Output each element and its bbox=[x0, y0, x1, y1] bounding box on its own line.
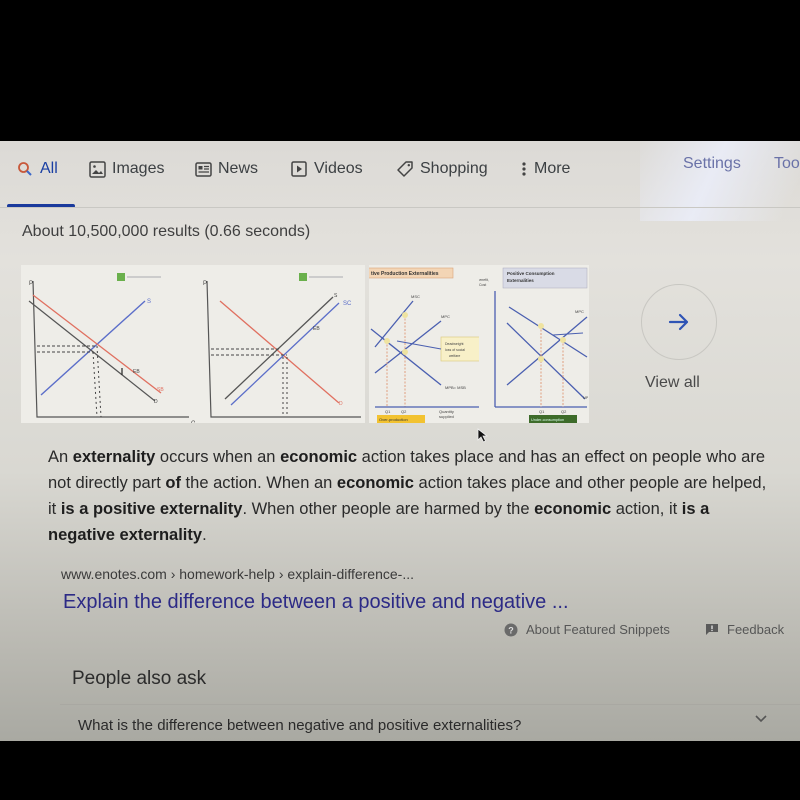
svg-text:MP: MP bbox=[583, 396, 589, 400]
image-thumbnail-4[interactable]: Benefit, Cost Positive Consumption Exter… bbox=[479, 265, 589, 423]
svg-text:Externalities: Externalities bbox=[507, 278, 534, 283]
tab-shopping[interactable]: Shopping bbox=[396, 157, 488, 181]
svg-text:P: P bbox=[29, 281, 33, 287]
svg-text:S: S bbox=[147, 299, 151, 305]
mouse-pointer-icon bbox=[477, 428, 489, 449]
svg-text:D: D bbox=[339, 401, 343, 407]
more-vertical-icon bbox=[520, 160, 528, 178]
settings-link[interactable]: Settings bbox=[683, 155, 741, 173]
svg-text:MSC: MSC bbox=[411, 294, 420, 299]
svg-text:Q1: Q1 bbox=[385, 409, 391, 414]
tab-videos[interactable]: Videos bbox=[290, 157, 363, 181]
paa-divider bbox=[60, 704, 800, 705]
image-thumbnail-2[interactable]: P D S SC EB bbox=[195, 265, 365, 423]
svg-text:?: ? bbox=[508, 625, 514, 635]
svg-text:S: S bbox=[334, 293, 338, 299]
snippet-bold-term: economic bbox=[534, 500, 612, 518]
people-also-ask-heading: People also ask bbox=[72, 668, 207, 689]
news-icon bbox=[194, 160, 212, 178]
tabs-divider bbox=[0, 207, 800, 208]
svg-text:welfare: welfare bbox=[449, 354, 460, 358]
svg-text:tive Production Externalities: tive Production Externalities bbox=[371, 271, 439, 277]
featured-snippet-text: An externality occurs when an economic a… bbox=[48, 444, 778, 548]
svg-text:Q2: Q2 bbox=[561, 409, 567, 414]
tag-icon bbox=[396, 160, 414, 178]
image-icon bbox=[88, 160, 106, 178]
tab-more[interactable]: More bbox=[520, 157, 570, 181]
svg-text:EB: EB bbox=[313, 326, 320, 332]
help-icon: ? bbox=[504, 623, 518, 636]
result-title-link[interactable]: Explain the difference between a positiv… bbox=[63, 591, 569, 614]
search-tabs: All Images News Videos Shopping More Set… bbox=[0, 141, 800, 208]
feedback-link[interactable]: Feedback bbox=[705, 622, 784, 637]
snippet-text-segment: . bbox=[202, 526, 207, 544]
negative-production-externalities-graph: tive Production Externalities MSC MPC MP… bbox=[369, 267, 479, 423]
snippet-text-segment: . When other people are harmed by the bbox=[242, 500, 535, 518]
result-stats: About 10,500,000 results (0.66 seconds) bbox=[22, 223, 311, 240]
svg-text:Under-consumption: Under-consumption bbox=[531, 418, 564, 422]
result-breadcrumb[interactable]: www.enotes.com › homework-help › explain… bbox=[61, 566, 414, 582]
svg-text:SC: SC bbox=[343, 301, 352, 307]
feedback-icon bbox=[706, 624, 718, 635]
externality-graph-2: P D S SC EB bbox=[203, 273, 361, 418]
snippet-bold-term: economic bbox=[280, 448, 358, 466]
svg-text:SB: SB bbox=[157, 387, 164, 393]
tab-all[interactable]: All bbox=[16, 157, 58, 181]
image-thumbnail-3[interactable]: tive Production Externalities MSC MPC MP… bbox=[369, 265, 479, 423]
positive-consumption-externalities-graph: Benefit, Cost Positive Consumption Exter… bbox=[479, 267, 589, 423]
feedback-label: Feedback bbox=[727, 622, 785, 637]
svg-text:MPB= MSB: MPB= MSB bbox=[445, 385, 466, 390]
tab-label: More bbox=[534, 160, 571, 177]
tab-news[interactable]: News bbox=[194, 157, 258, 181]
svg-text:Q1: Q1 bbox=[539, 409, 545, 414]
svg-text:loss of social: loss of social bbox=[445, 348, 465, 352]
paa-question[interactable]: What is the difference between negative … bbox=[78, 717, 521, 734]
browser-screen: All Images News Videos Shopping More Set… bbox=[0, 141, 800, 741]
snippet-text-segment: An bbox=[48, 448, 73, 466]
arrow-right-icon bbox=[668, 313, 689, 331]
svg-text:D: D bbox=[154, 399, 158, 405]
snippet-text-segment: the action. When an bbox=[180, 474, 337, 492]
svg-text:Positive Consumption: Positive Consumption bbox=[507, 271, 555, 276]
view-all-label[interactable]: View all bbox=[645, 374, 700, 392]
svg-text:MPC: MPC bbox=[575, 309, 584, 314]
svg-text:supplied: supplied bbox=[439, 414, 454, 419]
snippet-text-segment: action, it bbox=[611, 500, 682, 518]
image-thumbnail-1[interactable]: P Q S SB D EB bbox=[21, 265, 195, 423]
tab-label: Shopping bbox=[420, 160, 488, 177]
snippet-text-segment: occurs when an bbox=[155, 448, 281, 466]
svg-text:Benefit,: Benefit, bbox=[479, 278, 489, 282]
svg-text:Cost: Cost bbox=[479, 283, 486, 287]
externality-graph-1: P Q S SB D EB bbox=[28, 273, 195, 423]
tab-label: Images bbox=[112, 160, 165, 177]
tab-label: News bbox=[218, 160, 259, 177]
about-label: About Featured Snippets bbox=[526, 622, 670, 637]
svg-text:Over-production: Over-production bbox=[379, 417, 408, 422]
about-featured-snippets-link[interactable]: ? About Featured Snippets bbox=[504, 622, 670, 637]
tab-label: All bbox=[40, 160, 58, 177]
svg-text:EB: EB bbox=[133, 369, 140, 375]
svg-text:P: P bbox=[203, 281, 207, 287]
chevron-down-icon[interactable] bbox=[754, 711, 768, 729]
snippet-bold-term: is a positive externality bbox=[60, 500, 243, 518]
search-icon bbox=[16, 160, 34, 178]
view-all-button[interactable] bbox=[641, 284, 717, 360]
tab-label: Videos bbox=[314, 160, 363, 177]
tab-images[interactable]: Images bbox=[88, 157, 164, 181]
snippet-bold-term: of bbox=[165, 474, 181, 492]
svg-text:MPC: MPC bbox=[441, 314, 450, 319]
snippet-bold-term: externality bbox=[72, 448, 156, 466]
svg-text:Q2: Q2 bbox=[401, 409, 407, 414]
tools-link[interactable]: Tools bbox=[774, 155, 800, 173]
snippet-bold-term: economic bbox=[336, 474, 414, 492]
svg-text:Deadweight: Deadweight bbox=[445, 342, 464, 346]
play-icon bbox=[290, 160, 308, 178]
